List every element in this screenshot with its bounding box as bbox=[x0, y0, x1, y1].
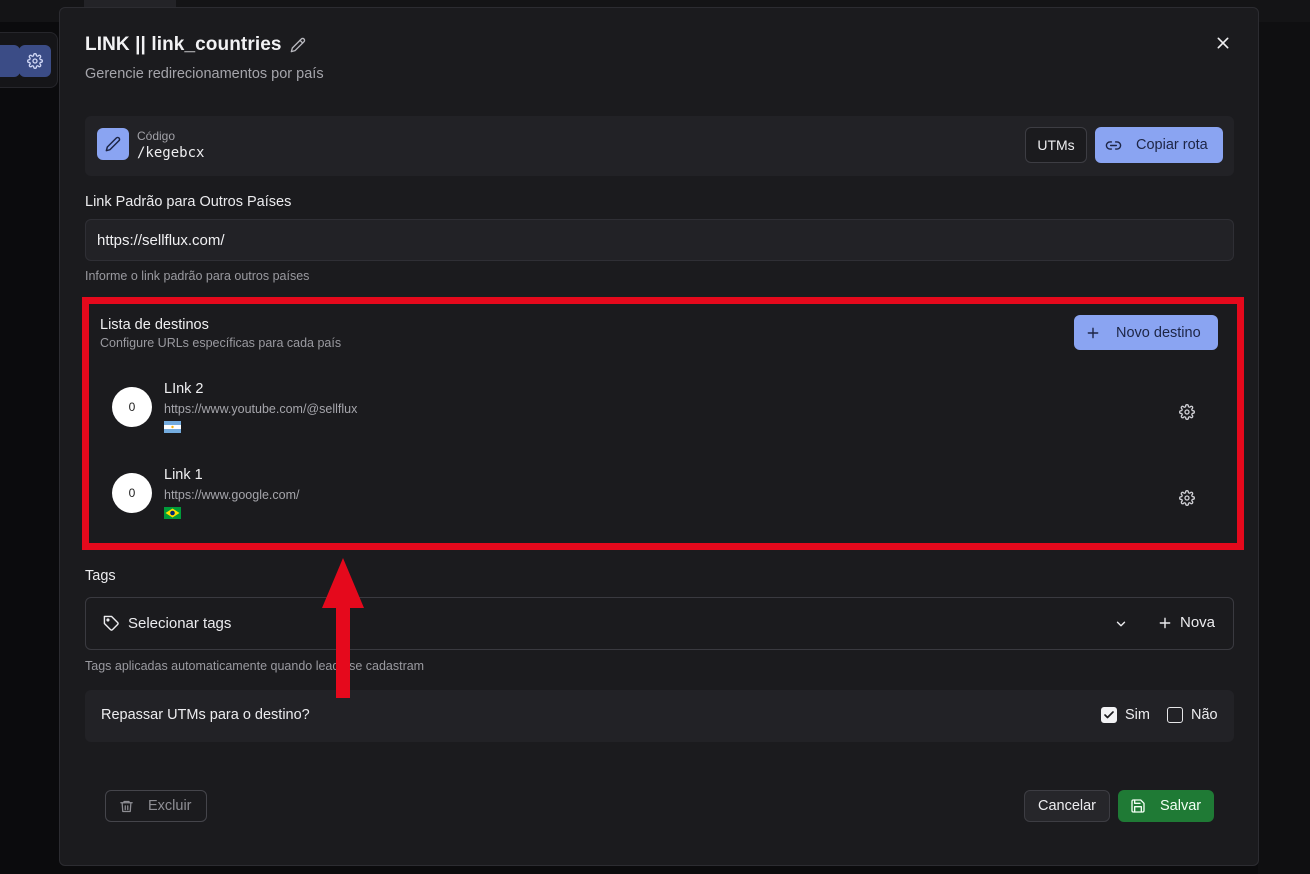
modal-subtitle: Gerencie redirecionamentos por país bbox=[85, 66, 324, 82]
tags-placeholder: Selecionar tags bbox=[128, 615, 232, 632]
destination-count-badge: 0 bbox=[112, 473, 152, 513]
save-button[interactable]: Salvar bbox=[1118, 790, 1214, 822]
destination-settings-gear-icon[interactable] bbox=[1179, 404, 1195, 420]
destination-name: LInk 2 bbox=[164, 381, 204, 397]
copy-route-label: Copiar rota bbox=[1136, 137, 1208, 153]
plus-icon bbox=[1159, 617, 1171, 628]
code-label: Código bbox=[137, 129, 176, 143]
argentina-flag-icon bbox=[164, 421, 181, 433]
new-tag-label: Nova bbox=[1180, 614, 1216, 631]
brazil-flag-icon bbox=[164, 507, 181, 519]
utm-pass-no-option[interactable]: Não bbox=[1167, 707, 1218, 723]
chevron-down-icon[interactable] bbox=[1114, 617, 1128, 631]
delete-label: Excluir bbox=[148, 798, 192, 814]
yes-checkbox[interactable] bbox=[1101, 707, 1117, 723]
tags-select[interactable]: Selecionar tags Nova bbox=[85, 597, 1234, 650]
no-label: Não bbox=[1191, 707, 1218, 723]
default-link-hint: Informe o link padrão para outros países bbox=[85, 269, 310, 283]
utm-pass-row: Repassar UTMs para o destino? Sim Não bbox=[85, 690, 1234, 742]
save-icon bbox=[1131, 799, 1145, 813]
destinations-subtitle: Configure URLs específicas para cada paí… bbox=[100, 336, 342, 350]
default-link-input[interactable]: https://sellflux.com/ bbox=[85, 219, 1234, 261]
yes-label: Sim bbox=[1125, 707, 1150, 723]
code-value: /kegebcx bbox=[137, 145, 205, 161]
modal-header: LINK || link_countries bbox=[85, 34, 306, 56]
gear-icon bbox=[27, 53, 43, 69]
copy-route-button[interactable]: Copiar rota bbox=[1095, 127, 1223, 163]
default-link-label: Link Padrão para Outros Países bbox=[85, 194, 292, 210]
pencil-icon bbox=[105, 136, 121, 152]
background-button bbox=[0, 45, 20, 77]
tags-label: Tags bbox=[85, 568, 116, 584]
cancel-button[interactable]: Cancelar bbox=[1024, 790, 1110, 822]
destination-url: https://www.youtube.com/@sellflux bbox=[164, 402, 358, 416]
tags-hint: Tags aplicadas automaticamente quando le… bbox=[85, 659, 425, 673]
destination-url: https://www.google.com/ bbox=[164, 488, 300, 502]
plus-icon bbox=[1087, 327, 1099, 338]
delete-button[interactable]: Excluir bbox=[105, 790, 207, 822]
new-destination-label: Novo destino bbox=[1116, 324, 1201, 341]
destinations-title: Lista de destinos bbox=[100, 317, 209, 333]
destination-settings-gear-icon[interactable] bbox=[1179, 490, 1195, 506]
destination-item[interactable]: 0 Link 1 https://www.google.com/ bbox=[112, 460, 1202, 540]
modal-title: LINK || link_countries bbox=[85, 34, 282, 55]
background-strip bbox=[1258, 22, 1310, 874]
tag-icon bbox=[103, 615, 119, 631]
default-link-value: https://sellflux.com/ bbox=[97, 231, 225, 249]
destination-item[interactable]: 0 LInk 2 https://www.youtube.com/@sellfl… bbox=[112, 374, 1202, 454]
close-button[interactable] bbox=[1212, 32, 1234, 54]
code-card: Código /kegebcx UTMs Copiar rota bbox=[85, 116, 1234, 176]
save-label: Salvar bbox=[1160, 798, 1202, 814]
utm-pass-yes-option[interactable]: Sim bbox=[1101, 707, 1150, 723]
utm-pass-label: Repassar UTMs para o destino? bbox=[101, 707, 310, 723]
destination-count-badge: 0 bbox=[112, 387, 152, 427]
destination-name: Link 1 bbox=[164, 467, 203, 483]
edit-code-button[interactable] bbox=[97, 128, 129, 160]
utms-button[interactable]: UTMs bbox=[1025, 127, 1087, 163]
close-icon bbox=[1217, 37, 1229, 49]
link-icon bbox=[1105, 140, 1122, 150]
new-destination-button[interactable]: Novo destino bbox=[1074, 315, 1218, 350]
no-checkbox[interactable] bbox=[1167, 707, 1183, 723]
edit-title-pencil-icon[interactable] bbox=[290, 37, 306, 53]
check-icon bbox=[1104, 711, 1114, 719]
new-tag-button[interactable]: Nova bbox=[1158, 614, 1215, 631]
trash-icon bbox=[120, 800, 133, 812]
background-gear-button bbox=[19, 45, 51, 77]
